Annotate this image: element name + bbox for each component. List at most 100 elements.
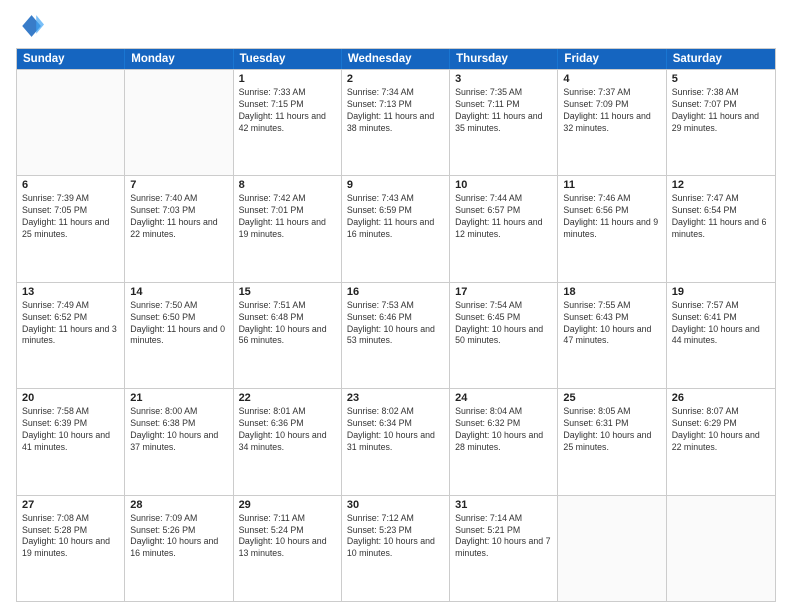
cell-info: Sunrise: 7:55 AM Sunset: 6:43 PM Dayligh… — [563, 300, 660, 348]
cell-info: Sunrise: 8:05 AM Sunset: 6:31 PM Dayligh… — [563, 406, 660, 454]
cell-day-number: 22 — [239, 392, 336, 404]
cell-info: Sunrise: 7:51 AM Sunset: 6:48 PM Dayligh… — [239, 300, 336, 348]
calendar-row: 13 Sunrise: 7:49 AM Sunset: 6:52 PM Dayli… — [17, 282, 775, 388]
calendar-cell — [558, 496, 666, 601]
calendar-cell: 7 Sunrise: 7:40 AM Sunset: 7:03 PM Daylig… — [125, 176, 233, 281]
calendar-header-cell: Friday — [558, 49, 666, 69]
calendar-cell: 31 Sunrise: 7:14 AM Sunset: 5:21 PM Dayli… — [450, 496, 558, 601]
cell-info: Sunrise: 7:34 AM Sunset: 7:13 PM Dayligh… — [347, 87, 444, 135]
cell-day-number: 8 — [239, 179, 336, 191]
cell-info: Sunrise: 7:14 AM Sunset: 5:21 PM Dayligh… — [455, 513, 552, 561]
calendar-cell: 6 Sunrise: 7:39 AM Sunset: 7:05 PM Daylig… — [17, 176, 125, 281]
header — [16, 12, 776, 40]
cell-day-number: 27 — [22, 499, 119, 511]
cell-info: Sunrise: 7:44 AM Sunset: 6:57 PM Dayligh… — [455, 193, 552, 241]
cell-day-number: 19 — [672, 286, 770, 298]
cell-day-number: 3 — [455, 73, 552, 85]
cell-day-number: 1 — [239, 73, 336, 85]
calendar-header-cell: Wednesday — [342, 49, 450, 69]
calendar: SundayMondayTuesdayWednesdayThursdayFrid… — [16, 48, 776, 602]
page: SundayMondayTuesdayWednesdayThursdayFrid… — [0, 0, 792, 612]
calendar-cell: 15 Sunrise: 7:51 AM Sunset: 6:48 PM Dayli… — [234, 283, 342, 388]
cell-day-number: 13 — [22, 286, 119, 298]
cell-info: Sunrise: 7:42 AM Sunset: 7:01 PM Dayligh… — [239, 193, 336, 241]
calendar-cell: 22Sunrise: 8:01 AM Sunset: 6:36 PM Dayli… — [234, 389, 342, 494]
cell-day-number: 24 — [455, 392, 552, 404]
cell-day-number: 29 — [239, 499, 336, 511]
cell-info: Sunrise: 7:11 AM Sunset: 5:24 PM Dayligh… — [239, 513, 336, 561]
cell-day-number: 2 — [347, 73, 444, 85]
calendar-header-cell: Saturday — [667, 49, 775, 69]
calendar-cell: 17Sunrise: 7:54 AM Sunset: 6:45 PM Dayli… — [450, 283, 558, 388]
cell-info: Sunrise: 7:46 AM Sunset: 6:56 PM Dayligh… — [563, 193, 660, 241]
cell-day-number: 20 — [22, 392, 119, 404]
cell-info: Sunrise: 7:35 AM Sunset: 7:11 PM Dayligh… — [455, 87, 552, 135]
calendar-header-cell: Thursday — [450, 49, 558, 69]
calendar-header: SundayMondayTuesdayWednesdayThursdayFrid… — [17, 49, 775, 69]
calendar-cell: 16 Sunrise: 7:53 AM Sunset: 6:46 PM Dayli… — [342, 283, 450, 388]
calendar-row: 27 Sunrise: 7:08 AM Sunset: 5:28 PM Dayli… — [17, 495, 775, 601]
cell-day-number: 17 — [455, 286, 552, 298]
calendar-cell: 9 Sunrise: 7:43 AM Sunset: 6:59 PM Daylig… — [342, 176, 450, 281]
calendar-cell: 30 Sunrise: 7:12 AM Sunset: 5:23 PM Dayli… — [342, 496, 450, 601]
cell-info: Sunrise: 7:57 AM Sunset: 6:41 PM Dayligh… — [672, 300, 770, 348]
calendar-cell — [667, 496, 775, 601]
cell-day-number: 18 — [563, 286, 660, 298]
cell-day-number: 14 — [130, 286, 227, 298]
calendar-cell: 14 Sunrise: 7:50 AM Sunset: 6:50 PM Dayli… — [125, 283, 233, 388]
calendar-cell: 3 Sunrise: 7:35 AM Sunset: 7:11 PM Daylig… — [450, 70, 558, 175]
cell-day-number: 16 — [347, 286, 444, 298]
calendar-cell — [125, 70, 233, 175]
calendar-cell: 13 Sunrise: 7:49 AM Sunset: 6:52 PM Dayli… — [17, 283, 125, 388]
cell-day-number: 31 — [455, 499, 552, 511]
cell-day-number: 30 — [347, 499, 444, 511]
calendar-cell: 10Sunrise: 7:44 AM Sunset: 6:57 PM Dayli… — [450, 176, 558, 281]
calendar-row: 1Sunrise: 7:33 AM Sunset: 7:15 PM Daylig… — [17, 69, 775, 175]
cell-info: Sunrise: 7:53 AM Sunset: 6:46 PM Dayligh… — [347, 300, 444, 348]
cell-info: Sunrise: 7:43 AM Sunset: 6:59 PM Dayligh… — [347, 193, 444, 241]
calendar-cell: 24 Sunrise: 8:04 AM Sunset: 6:32 PM Dayli… — [450, 389, 558, 494]
cell-info: Sunrise: 7:08 AM Sunset: 5:28 PM Dayligh… — [22, 513, 119, 561]
calendar-row: 20Sunrise: 7:58 AM Sunset: 6:39 PM Dayli… — [17, 388, 775, 494]
cell-day-number: 23 — [347, 392, 444, 404]
calendar-header-cell: Tuesday — [234, 49, 342, 69]
cell-day-number: 9 — [347, 179, 444, 191]
calendar-header-cell: Sunday — [17, 49, 125, 69]
calendar-cell: 25 Sunrise: 8:05 AM Sunset: 6:31 PM Dayli… — [558, 389, 666, 494]
cell-day-number: 25 — [563, 392, 660, 404]
cell-day-number: 5 — [672, 73, 770, 85]
calendar-cell: 20Sunrise: 7:58 AM Sunset: 6:39 PM Dayli… — [17, 389, 125, 494]
calendar-cell — [17, 70, 125, 175]
cell-info: Sunrise: 7:37 AM Sunset: 7:09 PM Dayligh… — [563, 87, 660, 135]
cell-info: Sunrise: 7:38 AM Sunset: 7:07 PM Dayligh… — [672, 87, 770, 135]
calendar-cell: 28Sunrise: 7:09 AM Sunset: 5:26 PM Dayli… — [125, 496, 233, 601]
cell-info: Sunrise: 7:50 AM Sunset: 6:50 PM Dayligh… — [130, 300, 227, 348]
cell-day-number: 21 — [130, 392, 227, 404]
cell-info: Sunrise: 8:04 AM Sunset: 6:32 PM Dayligh… — [455, 406, 552, 454]
calendar-body: 1Sunrise: 7:33 AM Sunset: 7:15 PM Daylig… — [17, 69, 775, 601]
cell-day-number: 12 — [672, 179, 770, 191]
cell-info: Sunrise: 7:12 AM Sunset: 5:23 PM Dayligh… — [347, 513, 444, 561]
cell-info: Sunrise: 8:07 AM Sunset: 6:29 PM Dayligh… — [672, 406, 770, 454]
cell-info: Sunrise: 7:40 AM Sunset: 7:03 PM Dayligh… — [130, 193, 227, 241]
cell-info: Sunrise: 7:39 AM Sunset: 7:05 PM Dayligh… — [22, 193, 119, 241]
calendar-cell: 2 Sunrise: 7:34 AM Sunset: 7:13 PM Daylig… — [342, 70, 450, 175]
cell-info: Sunrise: 8:00 AM Sunset: 6:38 PM Dayligh… — [130, 406, 227, 454]
calendar-cell: 23Sunrise: 8:02 AM Sunset: 6:34 PM Dayli… — [342, 389, 450, 494]
calendar-cell: 27 Sunrise: 7:08 AM Sunset: 5:28 PM Dayli… — [17, 496, 125, 601]
calendar-cell: 26 Sunrise: 8:07 AM Sunset: 6:29 PM Dayli… — [667, 389, 775, 494]
calendar-cell: 12Sunrise: 7:47 AM Sunset: 6:54 PM Dayli… — [667, 176, 775, 281]
cell-day-number: 6 — [22, 179, 119, 191]
logo — [16, 12, 46, 40]
calendar-header-cell: Monday — [125, 49, 233, 69]
cell-info: Sunrise: 7:49 AM Sunset: 6:52 PM Dayligh… — [22, 300, 119, 348]
cell-day-number: 28 — [130, 499, 227, 511]
cell-day-number: 15 — [239, 286, 336, 298]
calendar-cell: 5 Sunrise: 7:38 AM Sunset: 7:07 PM Daylig… — [667, 70, 775, 175]
calendar-cell: 29 Sunrise: 7:11 AM Sunset: 5:24 PM Dayli… — [234, 496, 342, 601]
calendar-cell: 19 Sunrise: 7:57 AM Sunset: 6:41 PM Dayli… — [667, 283, 775, 388]
calendar-row: 6 Sunrise: 7:39 AM Sunset: 7:05 PM Daylig… — [17, 175, 775, 281]
cell-day-number: 7 — [130, 179, 227, 191]
cell-day-number: 26 — [672, 392, 770, 404]
calendar-cell: 21 Sunrise: 8:00 AM Sunset: 6:38 PM Dayli… — [125, 389, 233, 494]
